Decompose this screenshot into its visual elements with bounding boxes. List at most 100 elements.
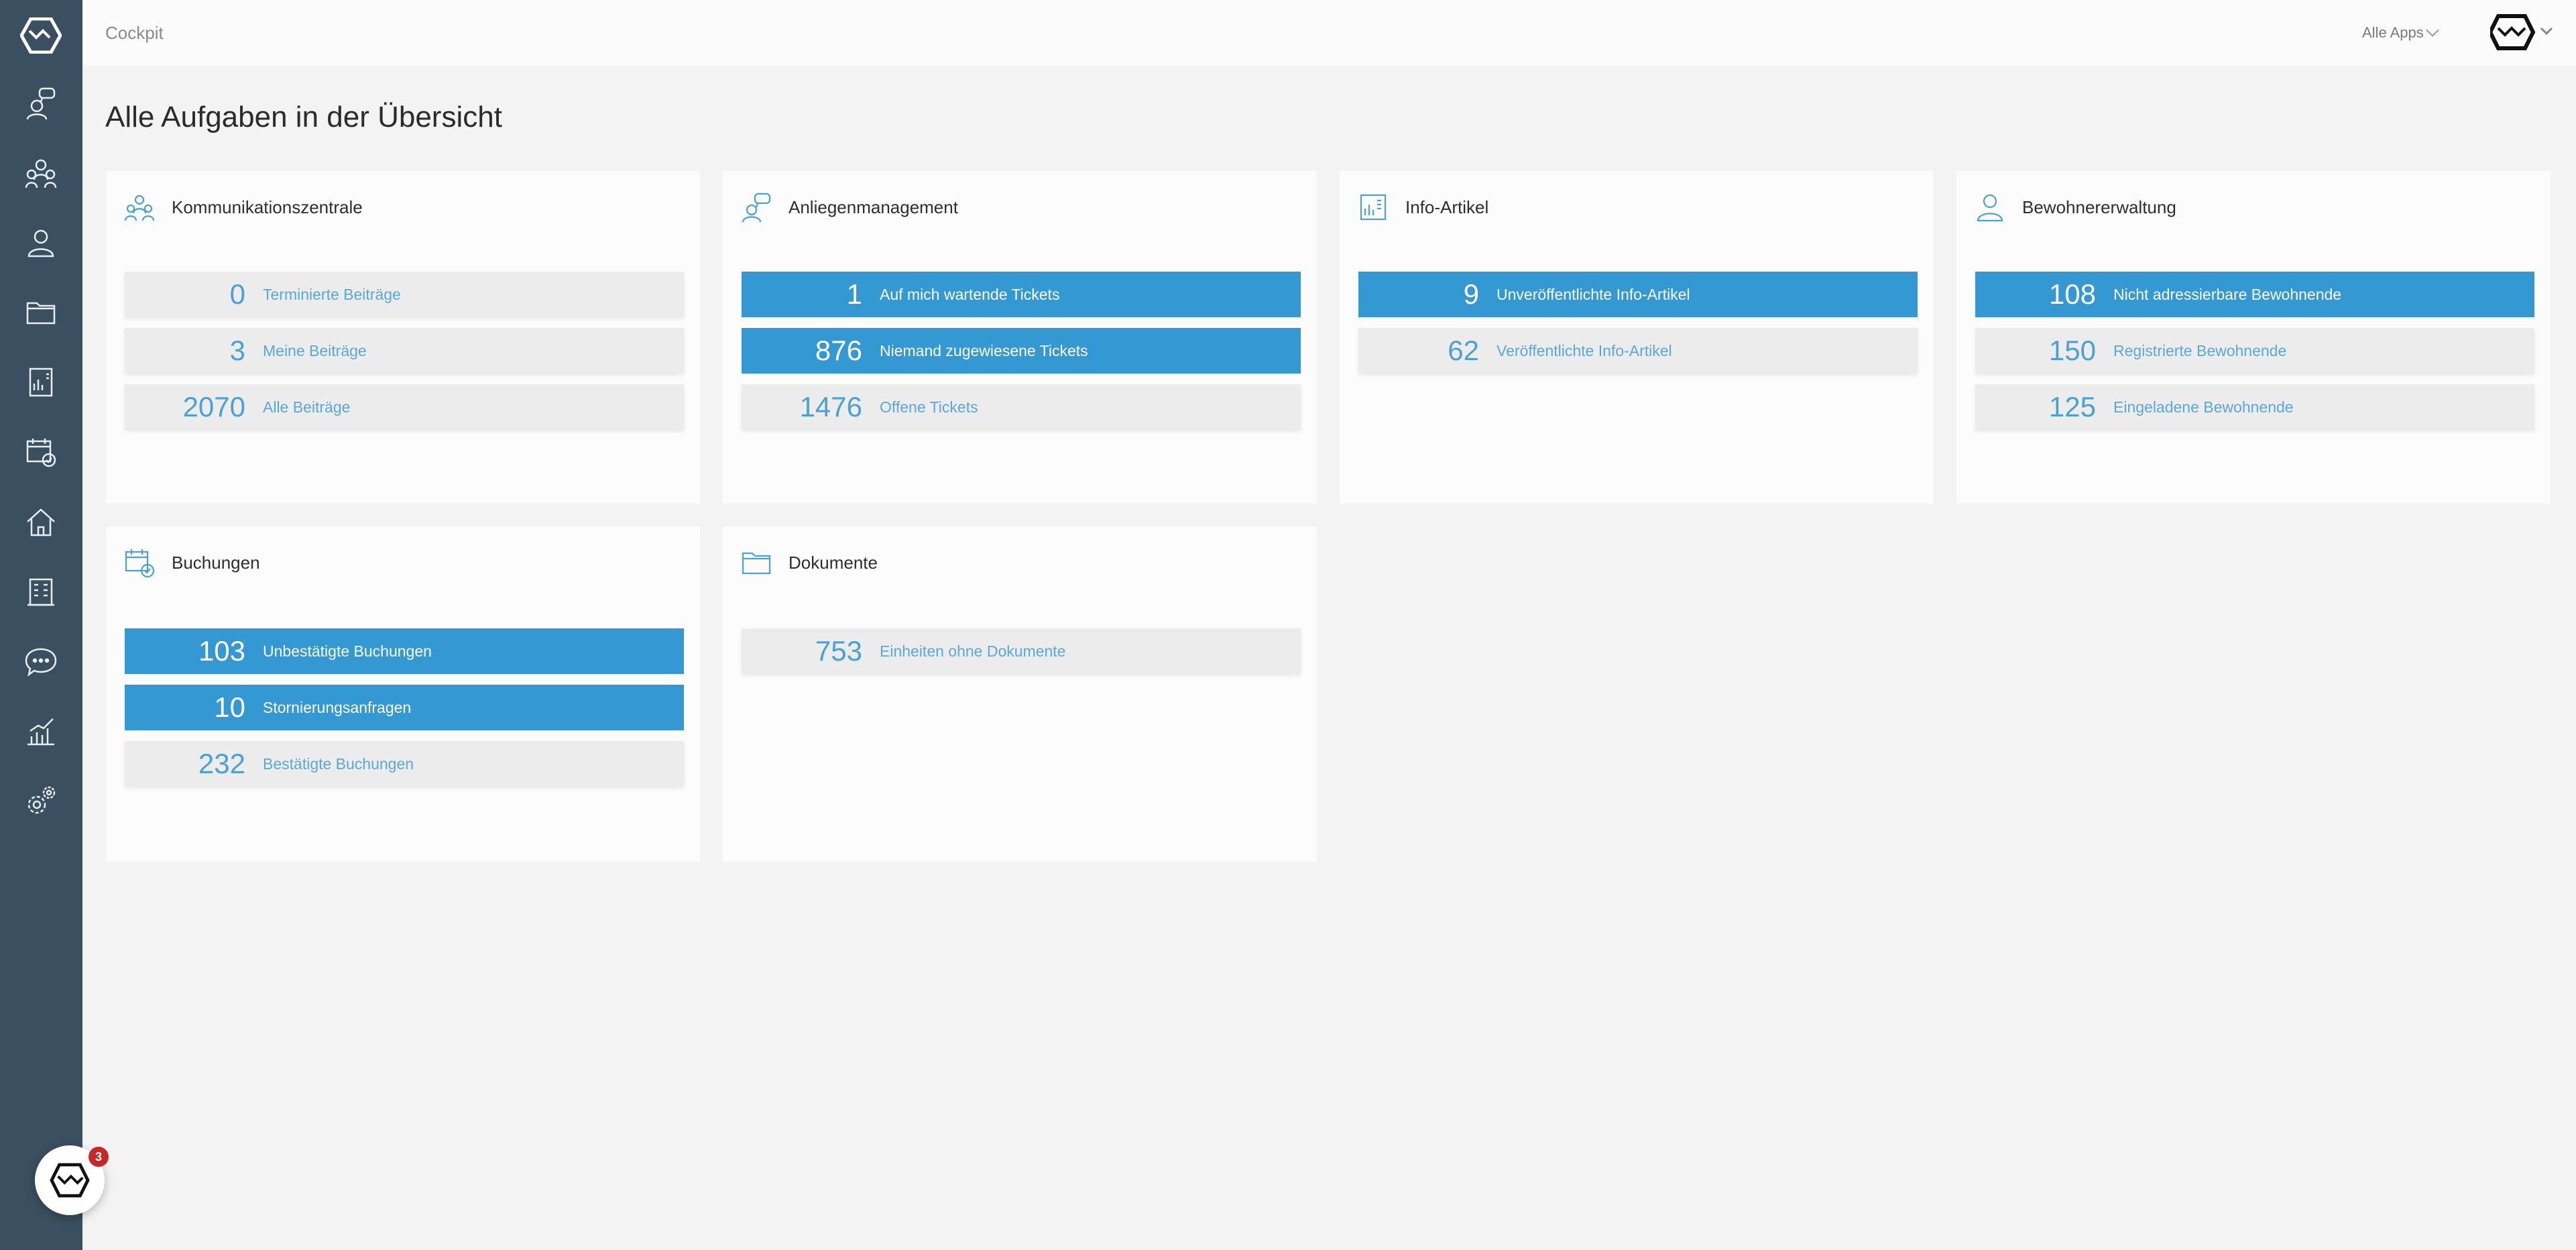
card-header: Anliegenmanagement	[740, 191, 958, 223]
support-agent-icon	[26, 87, 56, 120]
card-title: Info-Artikel	[1405, 196, 1489, 217]
card-title: Dokumente	[788, 552, 878, 573]
task-row-offene-tickets[interactable]: 1476 Offene Tickets	[742, 384, 1301, 430]
calendar-check-icon	[125, 549, 155, 578]
task-row-terminierte-beitraege[interactable]: 0 Terminierte Beiträge	[125, 272, 684, 317]
sidebar-item-gebaeude[interactable]	[21, 571, 61, 612]
communication-center-icon	[124, 194, 155, 221]
task-row-eingeladene-bewohnende[interactable]: 125 Eingeladene Bewohnende	[1975, 384, 2534, 430]
task-label: Terminierte Beiträge	[263, 285, 401, 303]
brand-logo-icon	[50, 1163, 90, 1198]
sidebar-item-chat[interactable]	[21, 641, 61, 681]
card-header: Buchungen	[123, 547, 260, 579]
task-row-einheiten-ohne-dokumente[interactable]: 753 Einheiten ohne Dokumente	[742, 628, 1301, 674]
sidebar-item-anliegen[interactable]	[21, 83, 61, 123]
settings-icon	[27, 786, 56, 814]
task-count: 2070	[182, 391, 245, 422]
card-anliegenmanagement: Anliegenmanagement 1 Auf mich wartende T…	[723, 171, 1317, 504]
task-row-niemand-zugewiesene-tickets[interactable]: 876 Niemand zugewiesene Tickets	[742, 328, 1301, 374]
chat-bubble-icon	[25, 648, 57, 677]
task-row-auf-mich-wartende-tickets[interactable]: 1 Auf mich wartende Tickets	[742, 272, 1301, 317]
task-row-unbestaetigte-buchungen[interactable]: 103 Unbestätigte Buchungen	[125, 628, 684, 674]
task-row-stornierungsanfragen[interactable]: 10 Stornierungsanfragen	[125, 685, 684, 730]
card-info-artikel: Info-Artikel 9 Unveröffentlichte Info-Ar…	[1340, 171, 1934, 504]
sidebar-item-settings[interactable]	[21, 781, 61, 821]
sidebar-item-kommunikation[interactable]	[21, 153, 61, 193]
sidebar-item-info[interactable]	[21, 362, 61, 402]
task-count: 1476	[799, 391, 862, 422]
notification-badge: 3	[89, 1147, 109, 1167]
sidebar	[0, 0, 82, 1250]
analytics-icon	[27, 718, 54, 746]
info-article-icon	[1360, 194, 1387, 221]
folder-icon	[26, 302, 56, 325]
task-row-alle-beitraege[interactable]: 2070 Alle Beiträge	[125, 384, 684, 430]
apps-dropdown[interactable]: Alle Apps	[2362, 23, 2439, 42]
task-count: 108	[2048, 278, 2096, 310]
task-count: 10	[214, 691, 245, 723]
card-title: Buchungen	[172, 552, 260, 573]
task-label: Stornierungsanfragen	[263, 698, 412, 716]
card-header: Info-Artikel	[1357, 191, 1488, 223]
task-row-veroeffentlichte-info-artikel[interactable]: 62 Veröffentlichte Info-Artikel	[1358, 328, 1918, 374]
task-row-bestaetigte-buchungen[interactable]: 232 Bestätigte Buchungen	[125, 741, 684, 787]
task-count: 62	[1448, 335, 1479, 366]
card-kommunikationszentrale: Kommunikationszentrale 0 Terminierte Bei…	[106, 171, 700, 504]
card-title: Anliegenmanagement	[788, 196, 958, 217]
task-count: 125	[2048, 391, 2096, 422]
task-row-nicht-adressierbare-bewohnende[interactable]: 108 Nicht adressierbare Bewohnende	[1975, 272, 2534, 317]
sidebar-item-dokumente[interactable]	[21, 292, 61, 333]
task-label: Unveröffentlichte Info-Artikel	[1497, 285, 1690, 303]
calendar-check-icon	[26, 439, 56, 467]
task-row-registrierte-bewohnende[interactable]: 150 Registrierte Bewohnende	[1975, 328, 2534, 374]
account-menu-icon[interactable]	[2490, 12, 2557, 52]
task-row-unveroeffentlichte-info-artikel[interactable]: 9 Unveröffentlichte Info-Artikel	[1358, 272, 1918, 317]
brand-logo-icon[interactable]	[20, 17, 62, 54]
task-count: 9	[1463, 278, 1479, 310]
communication-center-icon	[25, 159, 57, 188]
task-count: 753	[815, 635, 862, 667]
task-label: Veröffentlichte Info-Artikel	[1497, 341, 1672, 359]
person-icon	[27, 229, 54, 258]
task-label: Einheiten ohne Dokumente	[880, 642, 1066, 660]
card-dokumente: Dokumente 753 Einheiten ohne Dokumente	[723, 526, 1317, 862]
chevron-down-icon	[2425, 23, 2439, 37]
breadcrumb[interactable]: Cockpit	[105, 23, 164, 44]
card-buchungen: Buchungen 103 Unbestätigte Buchungen 10 …	[106, 526, 700, 862]
task-label: Niemand zugewiesene Tickets	[880, 341, 1088, 359]
task-count: 232	[198, 748, 245, 779]
card-bewohnererwaltung: Bewohnererwaltung 108 Nicht adressierbar…	[1956, 171, 2551, 504]
card-header: Dokumente	[740, 547, 878, 579]
task-count: 103	[198, 635, 245, 667]
sidebar-item-bewohner[interactable]	[21, 223, 61, 263]
task-label: Eingeladene Bewohnende	[2113, 398, 2294, 416]
task-label: Alle Beiträge	[263, 398, 351, 416]
task-count: 3	[229, 335, 245, 366]
task-label: Meine Beiträge	[263, 341, 367, 359]
person-icon	[1977, 194, 2003, 222]
support-agent-icon	[742, 192, 771, 223]
building-icon	[27, 578, 54, 606]
sidebar-item-home[interactable]	[21, 502, 61, 542]
card-header: Kommunikationszentrale	[123, 191, 363, 223]
card-title: Bewohnererwaltung	[2022, 196, 2176, 217]
task-label: Auf mich wartende Tickets	[880, 285, 1060, 303]
sidebar-item-analytics[interactable]	[21, 711, 61, 751]
card-header: Bewohnererwaltung	[1974, 191, 2176, 223]
info-article-icon	[29, 367, 53, 397]
page-title: Alle Aufgaben in der Übersicht	[105, 101, 502, 133]
apps-dropdown-label: Alle Apps	[2362, 24, 2424, 41]
task-count: 150	[2048, 335, 2096, 366]
task-label: Registrierte Bewohnende	[2113, 341, 2287, 359]
top-bar: Cockpit Alle Apps	[82, 0, 2576, 66]
task-label: Offene Tickets	[880, 398, 978, 416]
task-count: 0	[229, 278, 245, 310]
task-label: Unbestätigte Buchungen	[263, 642, 432, 660]
task-label: Nicht adressierbare Bewohnende	[2113, 285, 2342, 303]
sidebar-item-buchungen[interactable]	[21, 432, 61, 472]
task-label: Bestätigte Buchungen	[263, 754, 414, 773]
task-row-meine-beitraege[interactable]: 3 Meine Beiträge	[125, 328, 684, 374]
task-count: 1	[846, 278, 862, 310]
folder-icon	[742, 552, 771, 575]
home-icon	[27, 508, 55, 536]
